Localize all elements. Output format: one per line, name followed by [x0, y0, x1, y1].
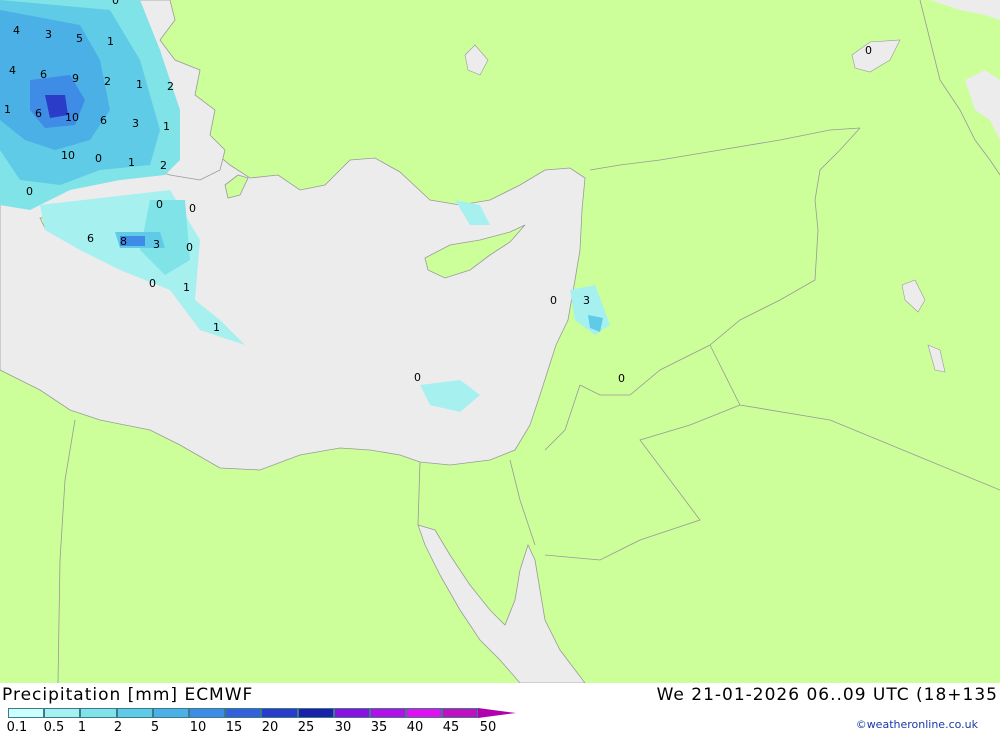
map-value: 3 [45, 28, 52, 41]
map-value: 0 [95, 152, 102, 165]
footer: Precipitation [mm] ECMWF We 21-01-2026 0… [0, 683, 1000, 735]
map-value: 1 [128, 156, 135, 169]
legend-swatch [188, 708, 226, 718]
legend-labels: 0.1 0.5 1 2 5 10 15 20 25 30 35 40 45 50 [0, 720, 520, 735]
map-value: 2 [160, 159, 167, 172]
color-legend [8, 708, 517, 719]
legend-swatch [406, 708, 443, 718]
map-value: 0 [618, 372, 625, 385]
map-value: 6 [87, 232, 94, 245]
legend-swatch [8, 708, 45, 718]
map-title: Precipitation [mm] ECMWF [2, 685, 254, 705]
credit-link[interactable]: ©weatheronline.co.uk [856, 718, 978, 731]
map-value: 1 [183, 281, 190, 294]
legend-swatch [297, 708, 334, 718]
legend-swatch [261, 708, 298, 718]
map-value: 0 [865, 44, 872, 57]
legend-swatch [80, 708, 117, 718]
map-value: 6 [35, 107, 42, 120]
map-value: 1 [136, 78, 143, 91]
map-value: 10 [61, 149, 75, 162]
legend-swatch [44, 708, 81, 718]
legend-swatch [152, 708, 189, 718]
map-value: 4 [13, 24, 20, 37]
map-value: 1 [4, 103, 11, 116]
map-value: 0 [550, 294, 557, 307]
map-value: 0 [26, 185, 33, 198]
map-value: 1 [163, 120, 170, 133]
map-value: 2 [104, 75, 111, 88]
map-value: 0 [112, 0, 119, 7]
map-value: 5 [76, 32, 83, 45]
map-value: 3 [132, 117, 139, 130]
map-value: 3 [153, 238, 160, 251]
map-value: 10 [65, 111, 79, 124]
legend-arrow [478, 708, 517, 718]
map-value: 0 [186, 241, 193, 254]
map-value: 2 [167, 80, 174, 93]
map-value: 0 [189, 202, 196, 215]
map-value: 0 [414, 371, 421, 384]
legend-swatch [369, 708, 407, 718]
map-value: 0 [149, 277, 156, 290]
map-value: 1 [107, 35, 114, 48]
forecast-datetime: We 21-01-2026 06..09 UTC (18+135 [656, 685, 998, 705]
map-value: 4 [9, 64, 16, 77]
map-value: 3 [583, 294, 590, 307]
legend-swatch [116, 708, 153, 718]
map-value: 0 [156, 198, 163, 211]
map-value: 9 [72, 72, 79, 85]
map-value: 6 [40, 68, 47, 81]
legend-swatch [333, 708, 370, 718]
legend-swatch [442, 708, 479, 718]
map-value: 1 [213, 321, 220, 334]
map-value: 6 [100, 114, 107, 127]
precipitation-map: 4 3 5 1 4 6 9 2 1 2 1 6 10 6 3 1 10 0 1 … [0, 0, 1000, 683]
map-value: 8 [120, 235, 127, 248]
legend-swatch [225, 708, 262, 718]
